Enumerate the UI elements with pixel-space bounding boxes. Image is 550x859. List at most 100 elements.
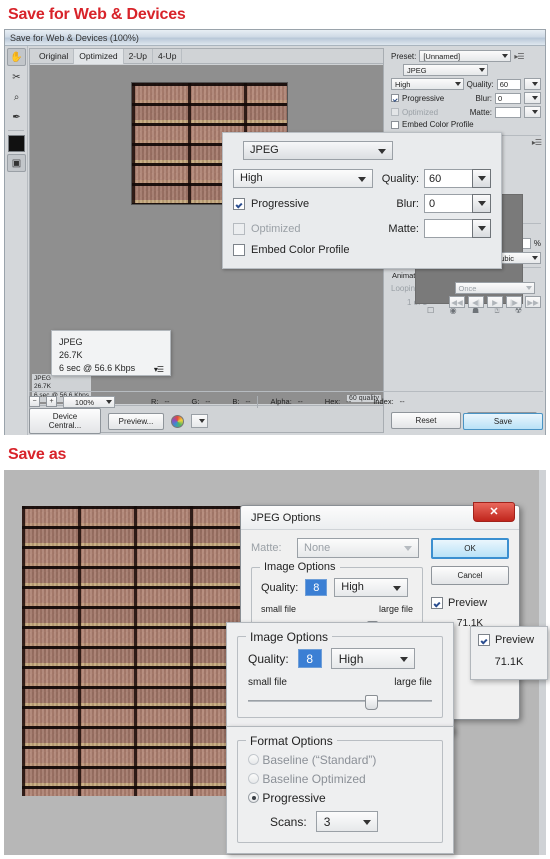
- magnified-blur-dropdown-button[interactable]: [472, 194, 491, 213]
- quality-input[interactable]: 60: [496, 78, 521, 90]
- mag-image-options-group: Image Options Quality: 8 High small file…: [237, 630, 443, 718]
- jo-preview-row[interactable]: Preview: [431, 597, 509, 609]
- blur-stepper[interactable]: [524, 92, 541, 104]
- magnified-progressive-checkbox[interactable]: [233, 197, 245, 210]
- matte-stepper[interactable]: [524, 106, 541, 118]
- magnified-embed-color-profile-checkbox[interactable]: [233, 244, 245, 256]
- zoom-in-button[interactable]: +: [46, 396, 57, 407]
- slice-tool-icon[interactable]: ✂: [7, 68, 26, 86]
- cancel-button[interactable]: Cancel: [431, 566, 509, 585]
- mag-radio-baseline-optimized[interactable]: Baseline Optimized: [248, 772, 432, 786]
- browser-preview-icon[interactable]: [171, 414, 184, 428]
- tooltip-size: 26.7K: [59, 350, 83, 361]
- matte-label: Matte:: [469, 107, 492, 117]
- tab-original[interactable]: Original: [34, 49, 75, 64]
- zoom-tool-icon[interactable]: ⌕: [7, 88, 26, 106]
- next-frame-button[interactable]: |▶: [506, 296, 522, 308]
- magnified-matte-stepper[interactable]: [424, 219, 491, 238]
- looping-options-select[interactable]: Once: [454, 282, 535, 294]
- magnified-quality-input[interactable]: [424, 169, 472, 188]
- mag-quality-slider[interactable]: [248, 695, 432, 710]
- tab-4up[interactable]: 4-Up: [153, 49, 183, 64]
- jo-quality-label: Quality:: [261, 581, 299, 594]
- color-table-menu-icon[interactable]: ▸☰: [532, 138, 542, 147]
- radio-icon[interactable]: [248, 754, 259, 765]
- preview-button[interactable]: Preview...: [108, 412, 164, 430]
- radio-icon[interactable]: [248, 792, 259, 803]
- r-label: R:: [151, 397, 159, 406]
- panel-menu-icon[interactable]: ▸☰: [514, 52, 524, 61]
- last-frame-button[interactable]: ▶▶: [525, 296, 541, 308]
- mag-preview-checkbox[interactable]: [478, 634, 490, 646]
- index-value: --: [399, 397, 405, 406]
- quality-preset-select[interactable]: High: [391, 78, 464, 90]
- mag-radio-progressive[interactable]: Progressive: [248, 791, 432, 805]
- tooltip-menu-icon[interactable]: ▾☰: [154, 364, 164, 376]
- mag-quality-preset-select[interactable]: High: [330, 648, 415, 669]
- snap-to-web-icon[interactable]: ☐: [427, 306, 434, 316]
- blur-input[interactable]: 0: [495, 92, 521, 104]
- magnified-quality-preset-select[interactable]: High: [233, 169, 373, 188]
- browser-select[interactable]: [191, 414, 208, 428]
- foreground-color-swatch[interactable]: [8, 135, 25, 152]
- progressive-row[interactable]: Progressive Blur: 0: [391, 92, 541, 104]
- tool-divider: [8, 130, 24, 131]
- prev-frame-button[interactable]: ◀|: [468, 296, 484, 308]
- magnified-progressive-row[interactable]: Progressive Blur:: [233, 194, 491, 213]
- mag-preview-row[interactable]: Preview: [478, 634, 540, 646]
- jo-matte-value: None: [304, 542, 331, 554]
- jo-quality-preset-select[interactable]: High: [334, 578, 409, 597]
- format-select[interactable]: JPEG: [403, 64, 488, 76]
- mag-scans-value: 3: [323, 815, 331, 829]
- close-icon[interactable]: ✕: [473, 502, 515, 522]
- jo-quality-input[interactable]: 8: [305, 579, 328, 596]
- embed-color-profile-checkbox[interactable]: [391, 120, 399, 129]
- jo-matte-select[interactable]: None: [297, 538, 419, 558]
- magnified-embed-row[interactable]: Embed Color Profile: [233, 244, 491, 256]
- mag-radio-baseline-standard[interactable]: Baseline (“Standard”): [248, 753, 432, 767]
- magnified-blur-input[interactable]: [424, 194, 472, 213]
- mag-quality-input[interactable]: 8: [297, 649, 322, 668]
- ok-button[interactable]: OK: [431, 538, 509, 559]
- jo-preview-checkbox[interactable]: [431, 597, 443, 609]
- magnified-progressive-label: Progressive: [251, 197, 310, 210]
- mag-scans-select[interactable]: 3: [315, 811, 378, 832]
- chevron-down-icon: [532, 256, 538, 260]
- eyedropper-tool-icon[interactable]: ✒: [7, 108, 26, 126]
- magnified-matte-dropdown-button[interactable]: [472, 219, 491, 238]
- mag-quality-label: Quality:: [248, 651, 289, 666]
- progressive-checkbox[interactable]: [391, 94, 399, 102]
- optimized-checkbox[interactable]: [391, 108, 399, 116]
- quality-stepper[interactable]: [524, 78, 541, 90]
- looping-options-row: Looping Options: Once: [391, 282, 541, 294]
- format-row: JPEG: [391, 64, 541, 76]
- play-button[interactable]: ▶: [487, 296, 503, 308]
- magnified-optimized-checkbox[interactable]: [233, 222, 245, 235]
- zoom-out-button[interactable]: −: [29, 396, 40, 407]
- tab-2up[interactable]: 2-Up: [124, 49, 153, 64]
- magnified-format-select[interactable]: JPEG: [243, 141, 393, 160]
- magnified-matte-input[interactable]: [424, 219, 472, 238]
- save-button[interactable]: Save: [463, 412, 543, 430]
- jo-right-controls: OK Cancel Preview 71.1K: [431, 538, 509, 629]
- toggle-slices-icon[interactable]: ▣: [7, 154, 26, 172]
- embed-profile-row[interactable]: Embed Color Profile: [391, 120, 541, 129]
- matte-input[interactable]: [495, 106, 521, 118]
- zoom-level-select[interactable]: 100%: [63, 395, 115, 408]
- chevron-down-icon: [479, 68, 485, 72]
- optimized-row[interactable]: Optimized Matte:: [391, 106, 541, 118]
- radio-icon[interactable]: [248, 773, 259, 784]
- progressive-label: Progressive: [402, 93, 445, 103]
- preset-select[interactable]: [Unnamed]: [419, 50, 512, 62]
- hand-tool-icon[interactable]: ✋: [7, 48, 26, 66]
- magnified-quality-dropdown-button[interactable]: [472, 169, 491, 188]
- mag-small-file-label: small file: [248, 677, 287, 688]
- magnified-blur-stepper[interactable]: [424, 194, 491, 213]
- tab-optimized[interactable]: Optimized: [74, 49, 124, 64]
- magnified-quality-stepper[interactable]: [424, 169, 491, 188]
- mag-slider-knob[interactable]: [365, 695, 378, 710]
- first-frame-button[interactable]: ◀◀: [449, 296, 465, 308]
- page-title-save-as: Save as: [8, 446, 67, 463]
- magnified-optimized-row[interactable]: Optimized Matte:: [233, 219, 491, 238]
- device-central-button[interactable]: Device Central...: [29, 408, 101, 434]
